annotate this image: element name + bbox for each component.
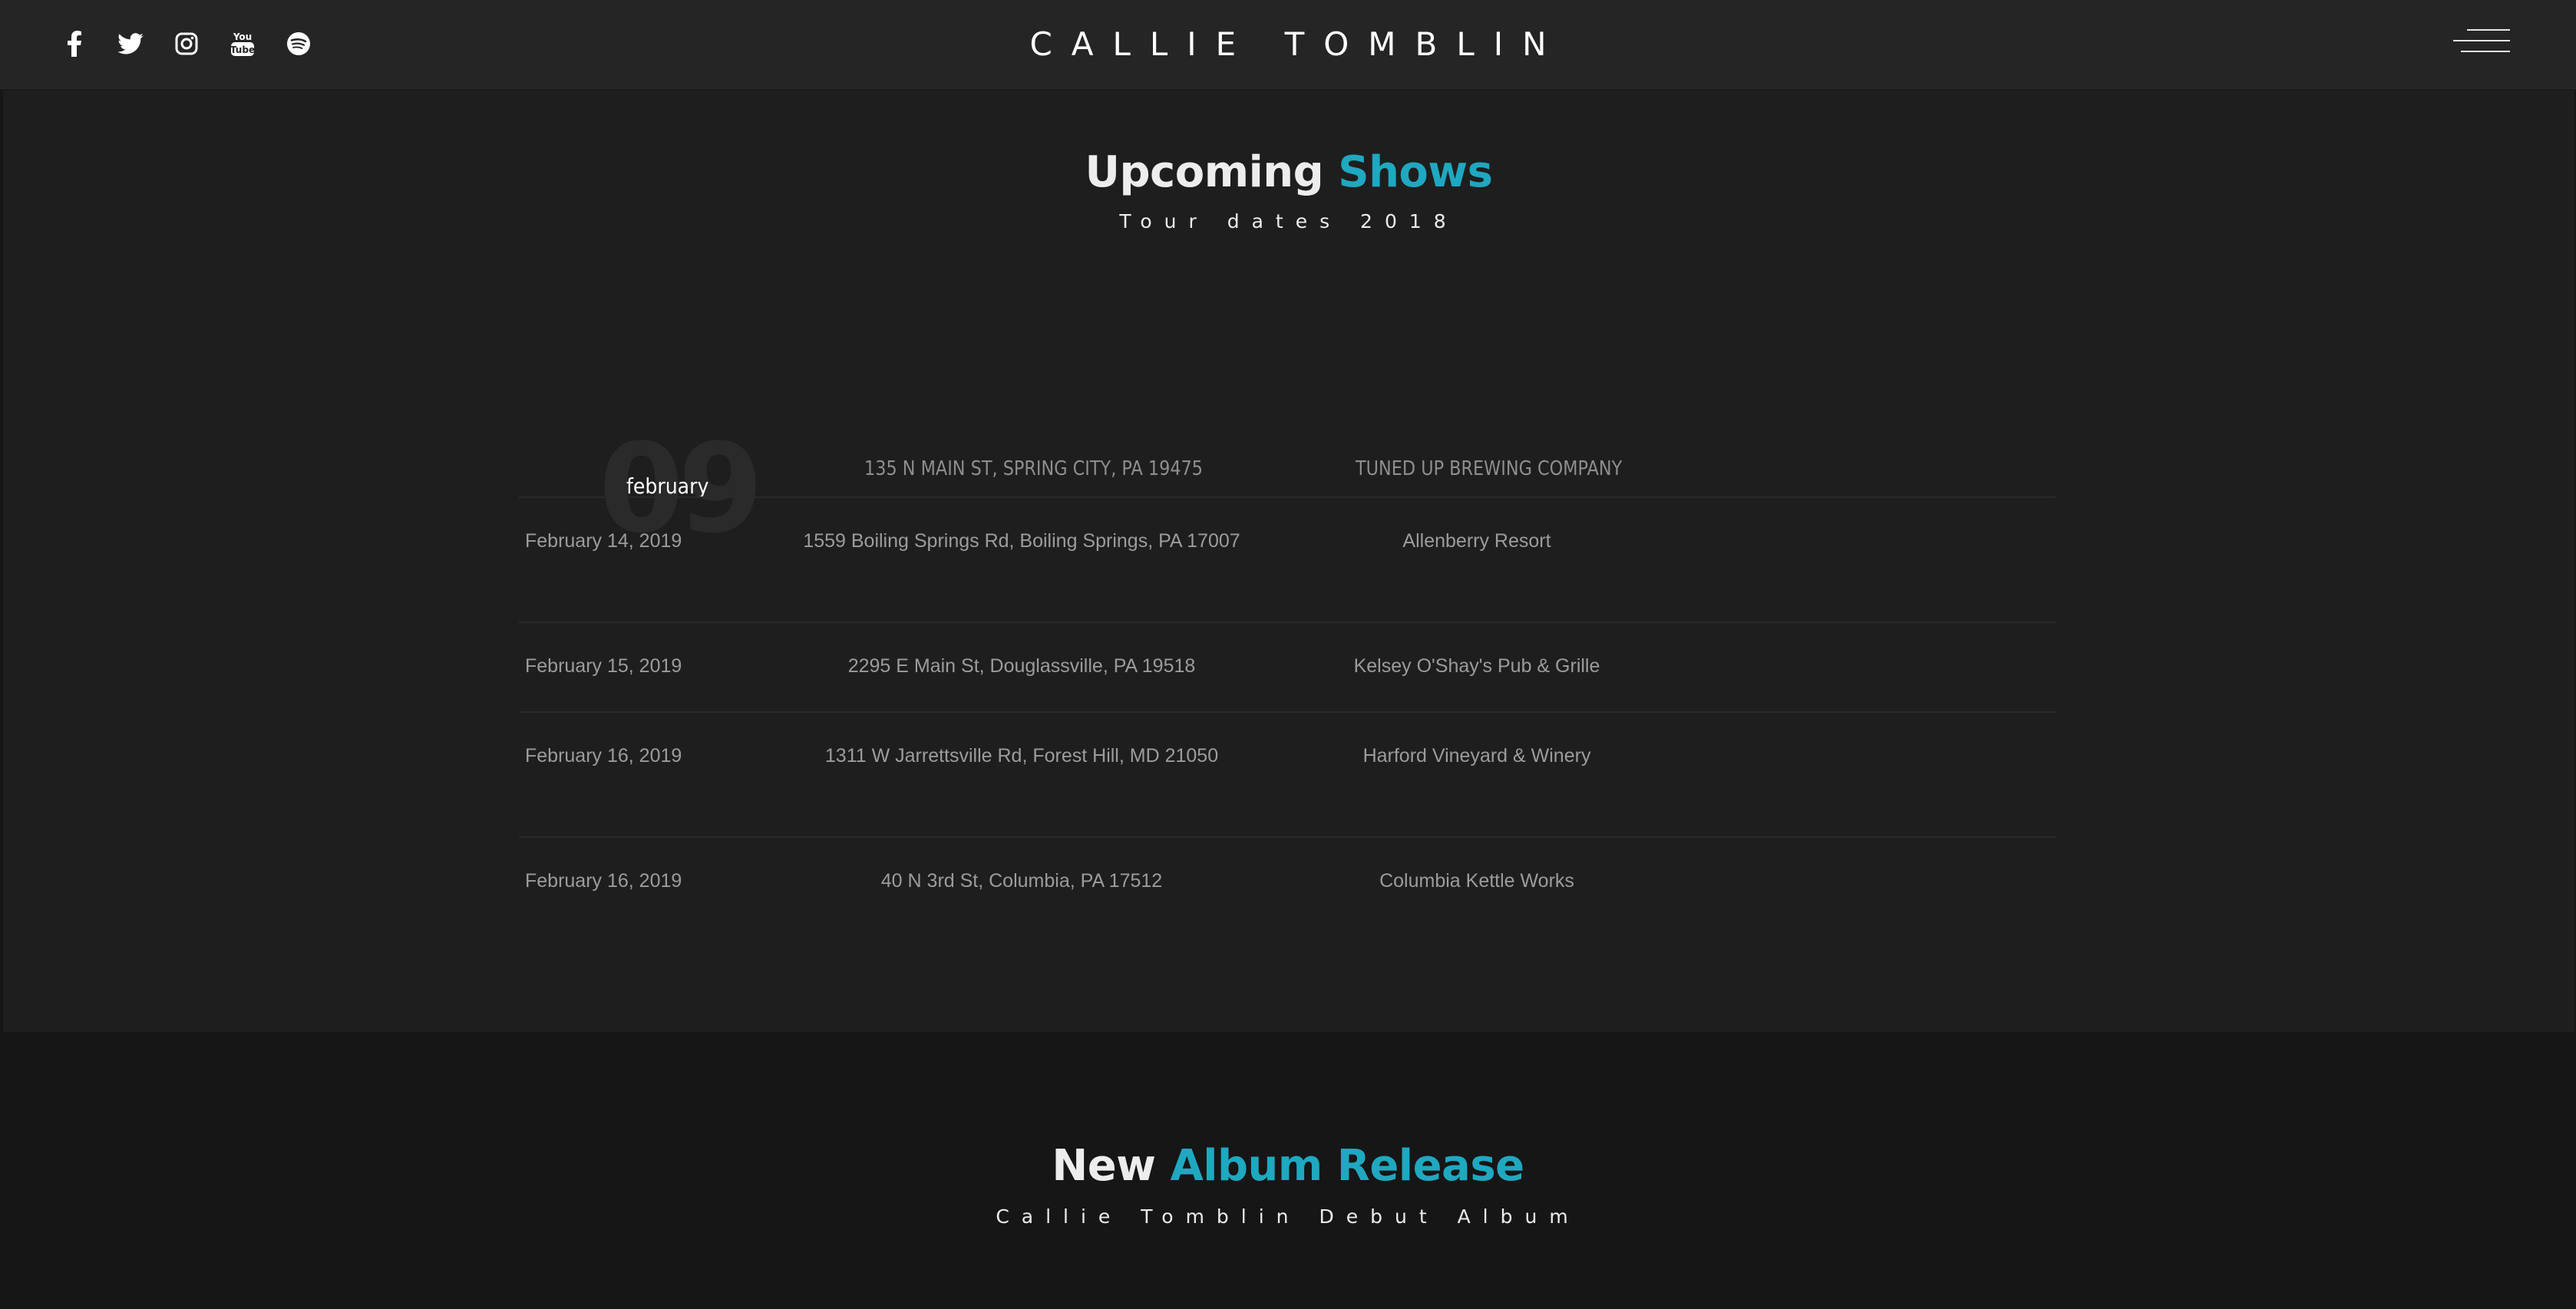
upcoming-shows-section: Upcoming Shows Tour dates 2018 09 februa… <box>3 90 2574 1032</box>
album-heading: New Album Release <box>0 1141 2576 1191</box>
album-release-section: New Album Release Callie Tomblin Debut A… <box>0 1032 2576 1309</box>
show-venue: Allenberry Resort <box>1402 530 1551 552</box>
album-subtitle: Callie Tomblin Debut Album <box>996 1205 1580 1228</box>
shows-heading-accent: Shows <box>1338 147 1493 197</box>
show-venue: Harford Vineyard & Winery <box>1362 745 1591 767</box>
show-address: 40 N 3rd St, Columbia, PA 17512 <box>880 870 1163 892</box>
site-header: You Tube CALLIE TOMBLIN <box>0 0 2576 89</box>
album-heading-main: New <box>1052 1141 1156 1191</box>
show-date: February 16, 2019 <box>525 745 682 767</box>
shows-subtitle: Tour dates 2018 <box>1119 210 1458 232</box>
show-venue: Kelsey O'Shay's Pub & Grille <box>1353 655 1600 677</box>
divider <box>519 711 2056 713</box>
divider <box>519 836 2056 838</box>
show-address: 2295 E Main St, Douglassville, PA 19518 <box>847 655 1196 677</box>
featured-address: 135 N MAIN ST, SPRING CITY, PA 19475 <box>864 457 1204 480</box>
show-date: February 15, 2019 <box>525 655 682 677</box>
site-title[interactable]: CALLIE TOMBLIN <box>0 23 2576 66</box>
show-date: February 16, 2019 <box>525 870 682 892</box>
hamburger-menu-icon[interactable] <box>2453 28 2510 58</box>
show-address: 1559 Boiling Springs Rd, Boiling Springs… <box>803 530 1240 552</box>
show-date: February 14, 2019 <box>525 530 682 552</box>
album-heading-accent: Album Release <box>1170 1141 1524 1191</box>
shows-heading-main: Upcoming <box>1085 147 1324 197</box>
featured-show: 09 february 135 N MAIN ST, SPRING CITY, … <box>3 351 2574 558</box>
shows-heading: Upcoming Shows <box>3 147 2574 197</box>
featured-venue: TUNED UP BREWING COMPANY <box>1356 457 1623 480</box>
show-venue: Columbia Kettle Works <box>1379 870 1574 892</box>
divider <box>519 496 2056 498</box>
page: You Tube CALLIE TOMBLIN Upcoming Shows To… <box>0 0 2576 1309</box>
show-address: 1311 W Jarrettsville Rd, Forest Hill, MD… <box>824 745 1219 767</box>
divider <box>519 622 2056 623</box>
